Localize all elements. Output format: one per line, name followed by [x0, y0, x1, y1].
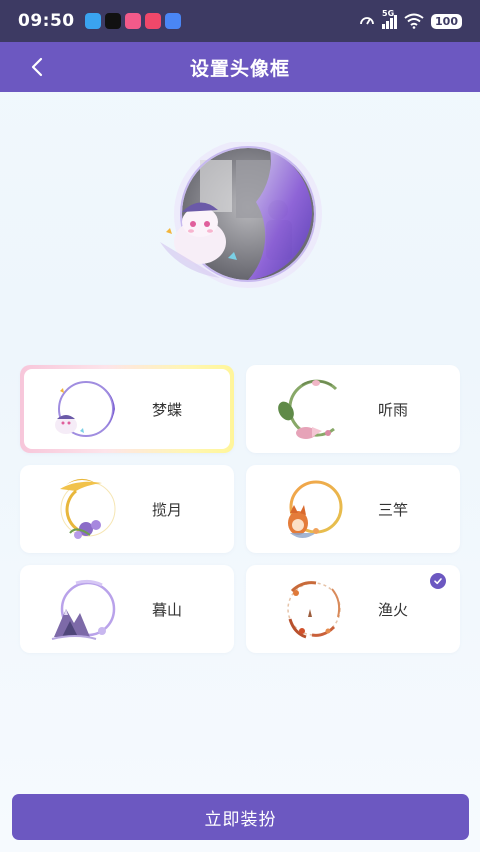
notification-icons: [84, 13, 181, 29]
frame-card-yuhuo[interactable]: 渔火: [246, 565, 460, 653]
back-button[interactable]: [20, 50, 54, 84]
frame-name: 听雨: [378, 400, 409, 419]
navigation-bar: 设置头像框: [0, 42, 480, 92]
frame-thumbnail-tingyu: [278, 379, 338, 439]
frame-thumbnail-lanyue: [60, 478, 116, 539]
status-bar: 09:50 5G 100: [0, 0, 480, 42]
frame-card-content: 三竿: [246, 465, 460, 553]
frame-name: 暮山: [152, 600, 183, 619]
app-icon: [124, 13, 141, 29]
frame-thumbnail-mushan: [51, 579, 116, 640]
frame-card-lanyue[interactable]: 揽月: [20, 465, 234, 553]
files-icon: [164, 13, 181, 29]
avatar-frame-image: [160, 140, 322, 288]
page-title: 设置头像框: [189, 57, 290, 80]
video-icon: [144, 13, 161, 29]
frame-card-content: 渔火: [246, 565, 460, 653]
status-indicators: 5G 100: [359, 9, 462, 29]
speed-icon: [360, 17, 374, 25]
frame-name: 揽月: [152, 500, 183, 519]
frame-card-mushan[interactable]: 暮山: [20, 565, 234, 653]
signal-icon: 5G: [382, 9, 398, 29]
chevron-left-icon: [31, 57, 43, 77]
cloud-icon: [84, 13, 101, 29]
frame-card-tingyu[interactable]: 听雨: [246, 365, 460, 453]
frame-thumbnail-mengdie: [55, 381, 115, 437]
apply-frame-button[interactable]: 立即装扮: [12, 794, 469, 840]
frame-name: 梦蝶: [152, 400, 183, 419]
frame-grid: 梦蝶 听雨 揽月 三竿 暮山 渔火: [20, 365, 460, 653]
frame-card-content: 听雨: [246, 365, 460, 453]
frame-card-content: 梦蝶: [24, 369, 230, 449]
frame-name: 渔火: [378, 600, 409, 619]
network-label: 5G: [382, 9, 395, 18]
checkmark-icon: [430, 573, 446, 589]
frame-card-mengdie[interactable]: 梦蝶: [20, 365, 234, 453]
avatar-preview: [160, 140, 328, 292]
frame-name: 三竿: [378, 500, 409, 519]
frame-thumbnail-yuhuo: [287, 581, 341, 639]
tiktok-icon: [104, 13, 121, 29]
wifi-icon: [404, 13, 424, 29]
battery-indicator: 100: [431, 13, 462, 29]
frame-card-content: 揽月: [20, 465, 234, 553]
frame-card-sangan[interactable]: 三竿: [246, 465, 460, 553]
frame-card-content: 暮山: [20, 565, 234, 653]
frame-thumbnail-sangan: [288, 480, 343, 538]
status-time: 09:50: [18, 11, 75, 31]
